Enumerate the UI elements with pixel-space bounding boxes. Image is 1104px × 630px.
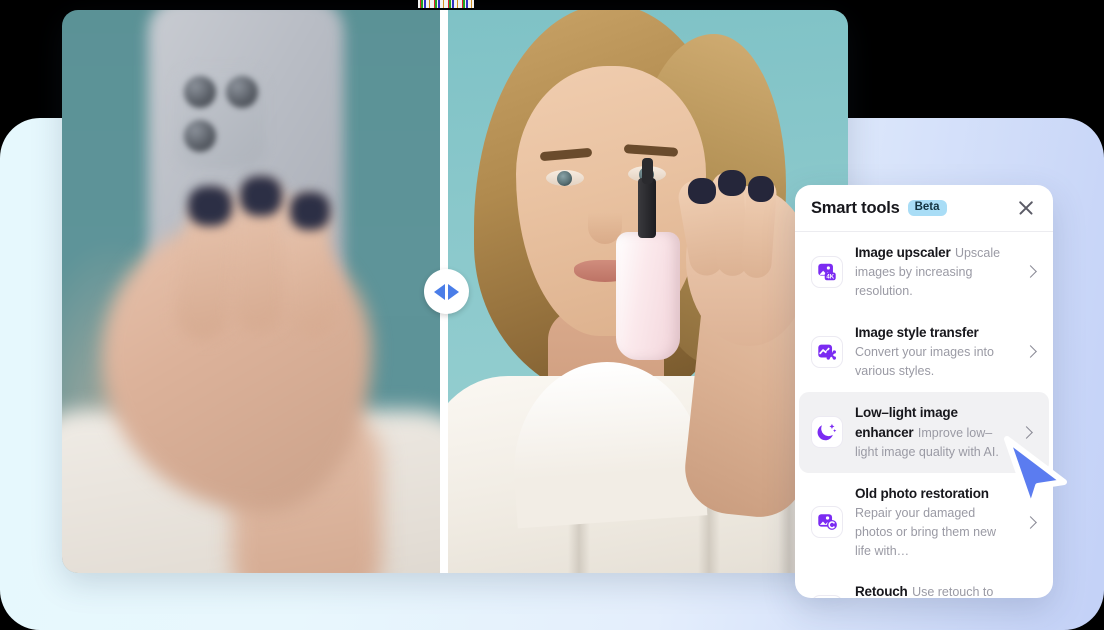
after-sharp-photo	[448, 10, 848, 573]
serum-bottle	[616, 232, 680, 360]
image-upscaler-icon: 4K	[811, 255, 843, 288]
chevron-left-icon	[434, 283, 445, 300]
tool-row-image-upscaler[interactable]: 4K Image upscaler Upscale images by incr…	[795, 232, 1053, 312]
chevron-right-icon	[1020, 425, 1033, 439]
blurred-nail	[290, 192, 330, 230]
tool-text: Retouch Use retouch to enhance beauty in…	[855, 582, 1014, 598]
chevron-right-icon	[1024, 265, 1037, 279]
smart-tools-list: 4K Image upscaler Upscale images by incr…	[795, 232, 1053, 598]
close-icon[interactable]	[1015, 197, 1037, 219]
smart-tools-header: Smart tools Beta	[795, 185, 1053, 232]
tool-name: Image upscaler	[855, 245, 951, 260]
tool-row-image-style-transfer[interactable]: Image style transfer Convert your images…	[795, 312, 1053, 392]
top-compression-artifact	[418, 0, 474, 8]
bottle-dropper	[642, 158, 653, 184]
before-blurred-photo	[62, 10, 440, 573]
bottle-cap	[638, 178, 656, 238]
chevron-right-icon	[1024, 515, 1037, 529]
iris	[557, 171, 572, 186]
tool-row-old-photo-restoration[interactable]: Old photo restoration Repair your damage…	[795, 473, 1053, 572]
retouch-camera-icon	[811, 595, 843, 598]
tool-row-low-light-image-enhancer[interactable]: Low–light image enhancer Improve low–lig…	[799, 391, 1049, 473]
blurred-lens	[226, 76, 258, 108]
tool-text: Image upscaler Upscale images by increas…	[855, 243, 1014, 301]
old-photo-restoration-icon	[811, 506, 843, 538]
tool-name: Image style transfer	[855, 324, 979, 340]
tool-desc: Convert your images into various styles.	[855, 345, 994, 378]
blurred-nail	[188, 186, 232, 226]
smart-tools-panel: Smart tools Beta 4K Image upscaler Upsca…	[795, 185, 1053, 598]
tool-name: Old photo restoration	[855, 485, 989, 501]
blurred-lens	[184, 120, 216, 152]
blurred-lens	[184, 76, 216, 108]
blurred-nail	[240, 176, 282, 216]
chevron-right-icon	[448, 283, 459, 300]
beta-badge: Beta	[907, 199, 947, 217]
tool-text: Low–light image enhancer Improve low–lig…	[855, 403, 1010, 462]
tool-name: Retouch	[855, 584, 908, 598]
tool-text: Old photo restoration Repair your damage…	[855, 484, 1014, 561]
nail	[718, 170, 746, 196]
tool-desc: Repair your damaged photos or bring them…	[855, 506, 997, 558]
tool-row-retouch[interactable]: Retouch Use retouch to enhance beauty in…	[795, 571, 1053, 598]
tool-text: Image style transfer Convert your images…	[855, 323, 1014, 381]
panel-title: Smart tools	[811, 198, 900, 217]
chevron-right-icon	[1024, 345, 1037, 358]
nail	[688, 178, 716, 204]
svg-text:4K: 4K	[826, 274, 834, 280]
eye-left	[546, 170, 584, 186]
screenshot-stage: Smart tools Beta 4K Image upscaler Upsca…	[0, 0, 1104, 630]
moon-sparkle-icon	[811, 416, 843, 449]
nail	[748, 176, 774, 202]
image-style-transfer-icon	[811, 335, 843, 368]
compare-slider-handle[interactable]	[424, 269, 469, 314]
